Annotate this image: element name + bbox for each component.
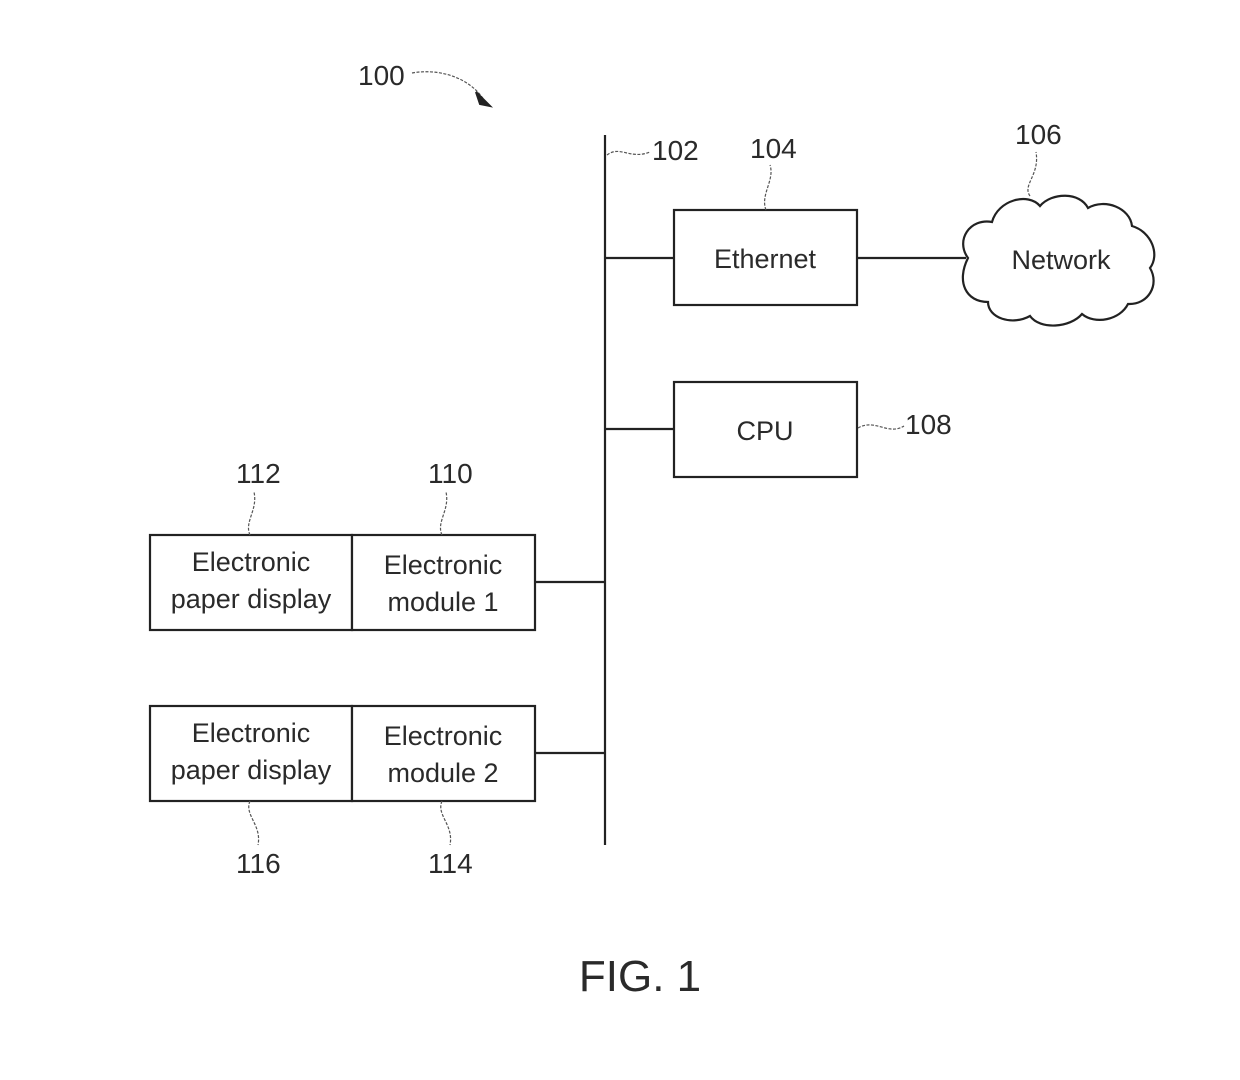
display1-leader: [248, 491, 256, 536]
network-label: Network: [1011, 245, 1111, 275]
display1-ref-label: 112: [236, 458, 281, 489]
system-ref-label: 100: [358, 60, 405, 91]
bus-ref-label: 102: [652, 135, 699, 166]
ethernet-label: Ethernet: [714, 244, 817, 274]
module1-label-line2: module 1: [387, 587, 498, 617]
module2-leader: [440, 800, 452, 846]
display1-label-line1: Electronic: [192, 547, 311, 577]
ethernet-ref-label: 104: [750, 133, 797, 164]
display1-label-line2: paper display: [171, 584, 332, 614]
network-ref-label: 106: [1015, 119, 1062, 150]
module2-label-line1: Electronic: [384, 721, 503, 751]
cpu-leader: [857, 424, 905, 430]
ethernet-leader: [764, 164, 772, 211]
cpu-label: CPU: [736, 416, 793, 446]
display2-leader: [248, 800, 260, 846]
module2-label-line2: module 2: [387, 758, 498, 788]
module2-ref-label: 114: [428, 848, 473, 879]
module1-leader: [440, 491, 448, 536]
bus-leader: [606, 150, 651, 156]
module1-label-line1: Electronic: [384, 550, 503, 580]
display2-label-line1: Electronic: [192, 718, 311, 748]
module1-ref-label: 110: [428, 458, 473, 489]
display2-ref-label: 116: [236, 848, 281, 879]
figure-caption: FIG. 1: [579, 952, 701, 1001]
network-leader: [1027, 151, 1038, 197]
cpu-ref-label: 108: [905, 409, 952, 440]
block-diagram: 100 102 Ethernet 104 Network 106 CPU 108…: [148, 60, 1156, 1001]
system-ref-arrow: [411, 71, 494, 108]
display2-label-line2: paper display: [171, 755, 332, 785]
